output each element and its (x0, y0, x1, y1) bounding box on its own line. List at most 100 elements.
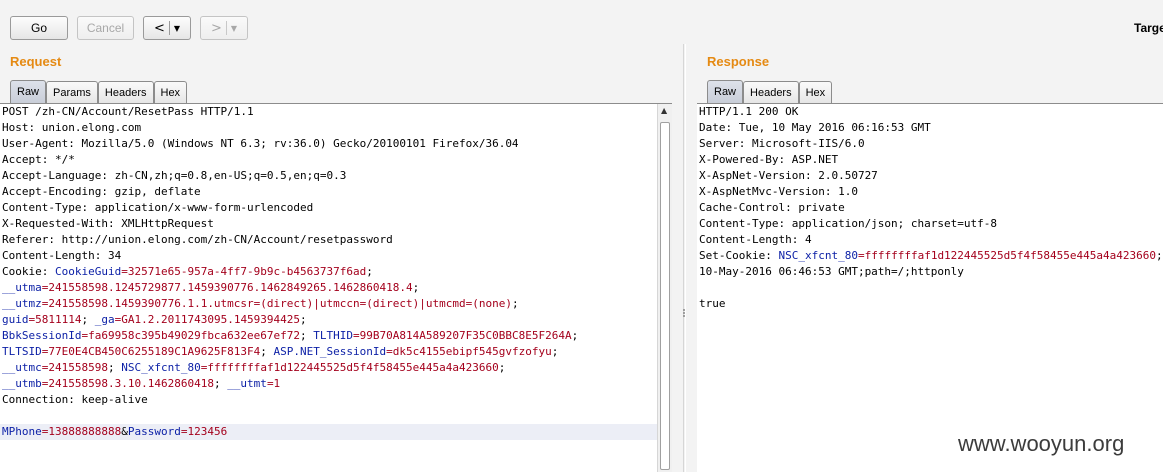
request-tab-headers[interactable]: Headers (97, 81, 154, 103)
code-text: X-AspNet-Version: 2.0.50727 (699, 169, 878, 182)
request-tab-raw[interactable]: Raw (10, 80, 47, 103)
pane-splitter[interactable] (672, 44, 697, 472)
code-text: ;expires=Tue, (1155, 249, 1163, 262)
code-line: Accept: */* (0, 152, 657, 168)
param-value: =77E0E4CB450C6255189C1A9625F813F4 (41, 345, 261, 358)
param-name: __utmz (2, 297, 42, 310)
forward-dropdown-icon[interactable]: ▼ (231, 24, 237, 33)
code-text: Accept-Language: zh-CN,zh;q=0.8,en-US;q=… (2, 169, 347, 182)
request-tab-params[interactable]: Params (46, 81, 98, 103)
code-line: MPhone=13888888888&Password=123456 (0, 424, 657, 440)
code-text: ; (366, 265, 373, 278)
code-line: Content-Type: application/json; charset=… (697, 216, 1163, 232)
code-line: 10-May-2016 06:46:53 GMT;path=/;httponly (697, 264, 1163, 280)
code-line: Host: union.elong.com (0, 120, 657, 136)
code-text: 10-May-2016 06:46:53 GMT;path=/;httponly (699, 265, 964, 278)
param-name: __utma (2, 281, 42, 294)
param-value: =99B70A814A589207F35C0BBC8E5F264A (353, 329, 572, 342)
splitter-highlight (685, 44, 686, 472)
code-text: Host: union.elong.com (2, 121, 142, 134)
code-text: Content-Type: application/json; charset=… (699, 217, 998, 230)
code-line: Content-Length: 4 (697, 232, 1163, 248)
param-value: =241558598.3.10.1462860418 (41, 377, 214, 390)
code-text: Content-Length: 34 (2, 249, 122, 262)
code-line: Server: Microsoft-IIS/6.0 (697, 136, 1163, 152)
param-value: =ffffffffaf1d122445525d5f4f58455e445a4a4… (857, 249, 1156, 262)
code-text: ; (498, 361, 506, 374)
code-text: ; (213, 377, 228, 390)
request-tab-hex[interactable]: Hex (153, 81, 188, 103)
code-line: __utmc=241558598; NSC_xfcnt_80=ffffffffa… (0, 360, 657, 376)
back-button[interactable]: < ▼ (143, 16, 191, 40)
param-value: =13888888888 (41, 425, 122, 438)
code-text: ; (551, 345, 559, 358)
scrollbar-thumb[interactable] (660, 122, 670, 470)
response-tab-headers[interactable]: Headers (743, 81, 799, 103)
splitter-grip-icon[interactable] (681, 308, 687, 318)
param-value: =dk5c4155ebipf545gvfzofyu (386, 345, 552, 358)
code-text: Content-Length: 4 (699, 233, 812, 246)
code-text: HTTP/1.1 200 OK (699, 105, 799, 118)
code-line: Accept-Encoding: gzip, deflate (0, 184, 657, 200)
code-line: BbkSessionId=fa69958c395b49029fbca632ee6… (0, 328, 657, 344)
param-value: =32571e65-957a-4ff7-9b9c-b4563737f6ad (121, 265, 367, 278)
response-editor[interactable]: HTTP/1.1 200 OK Date: Tue, 10 May 2016 06… (697, 104, 1163, 472)
param-name: TLTHID (313, 329, 354, 342)
request-scrollbar[interactable]: ▲ (657, 104, 672, 472)
code-text: X-Powered-By: ASP.NET (699, 153, 839, 166)
param-value: =241558598.1459390776.1.1.utmcsr=(direct… (41, 297, 512, 310)
code-line: X-AspNetMvc-Version: 1.0 (697, 184, 1163, 200)
response-tab-raw[interactable]: Raw (707, 80, 744, 103)
param-name: NSC_xfcnt_80 (121, 361, 201, 374)
code-line: HTTP/1.1 200 OK (697, 104, 1163, 120)
back-dropdown-icon[interactable]: ▼ (174, 24, 180, 33)
forward-arrow-icon: > (210, 20, 222, 36)
request-pane: Request Raw Params Headers Hex POST /zh-CN/… (0, 44, 672, 472)
request-tabs: Raw Params Headers Hex (10, 80, 188, 103)
cancel-button[interactable]: Cancel (77, 16, 134, 40)
code-text: Date: Tue, 10 May 2016 06:16:53 GMT (699, 121, 931, 134)
code-text: User-Agent: Mozilla/5.0 (Windows NT 6.3;… (2, 137, 519, 150)
param-name: _ga (94, 313, 115, 326)
param-name: BbkSessionId (2, 329, 82, 342)
param-value: =5811114 (28, 313, 82, 326)
param-value: =241558598.1245729877.1459390776.1462849… (41, 281, 413, 294)
code-text: ; (81, 313, 95, 326)
forward-button-divider (225, 21, 227, 35)
code-text: ; (571, 329, 579, 342)
param-name: __utmt (227, 377, 267, 390)
request-editor[interactable]: POST /zh-CN/Account/ResetPass HTTP/1.1 Ho… (0, 104, 657, 472)
scroll-up-icon[interactable]: ▲ (661, 106, 667, 115)
param-name: MPhone (2, 425, 42, 438)
code-text: Accept: */* (2, 153, 75, 166)
code-text: ; (300, 313, 307, 326)
code-text: Referer: http://union.elong.com/zh-CN/Ac… (2, 233, 393, 246)
param-name: __utmc (2, 361, 42, 374)
code-text: ; (412, 281, 420, 294)
code-text: & (121, 425, 128, 438)
splitter-line (683, 44, 684, 472)
go-button[interactable]: Go (10, 16, 68, 40)
response-tab-hex[interactable]: Hex (798, 81, 833, 103)
code-line: POST /zh-CN/Account/ResetPass HTTP/1.1 (0, 104, 657, 120)
code-line: true (697, 296, 1163, 312)
code-line: X-Powered-By: ASP.NET (697, 152, 1163, 168)
request-title: Request (10, 54, 62, 69)
code-line: TLTSID=77E0E4CB450C6255189C1A9625F813F4;… (0, 344, 657, 360)
param-name: ASP.NET_SessionId (273, 345, 387, 358)
code-line: User-Agent: Mozilla/5.0 (Windows NT 6.3;… (0, 136, 657, 152)
param-value: =ffffffffaf1d122445525d5f4f58455e445a4a4… (200, 361, 499, 374)
code-line: __utma=241558598.1245729877.1459390776.1… (0, 280, 657, 296)
code-line: __utmz=241558598.1459390776.1.1.utmcsr=(… (0, 296, 657, 312)
code-line: Referer: http://union.elong.com/zh-CN/Ac… (0, 232, 657, 248)
param-value: =GA1.2.2011743095.1459394425 (114, 313, 301, 326)
code-line: Cache-Control: private (697, 200, 1163, 216)
toolbar: Go Cancel < ▼ > ▼ Targe (0, 0, 1163, 44)
forward-button[interactable]: > ▼ (200, 16, 248, 40)
go-button-label: Go (30, 21, 47, 35)
param-value: =241558598 (41, 361, 108, 374)
param-value: =123456 (180, 425, 228, 438)
response-title: Response (707, 54, 770, 69)
